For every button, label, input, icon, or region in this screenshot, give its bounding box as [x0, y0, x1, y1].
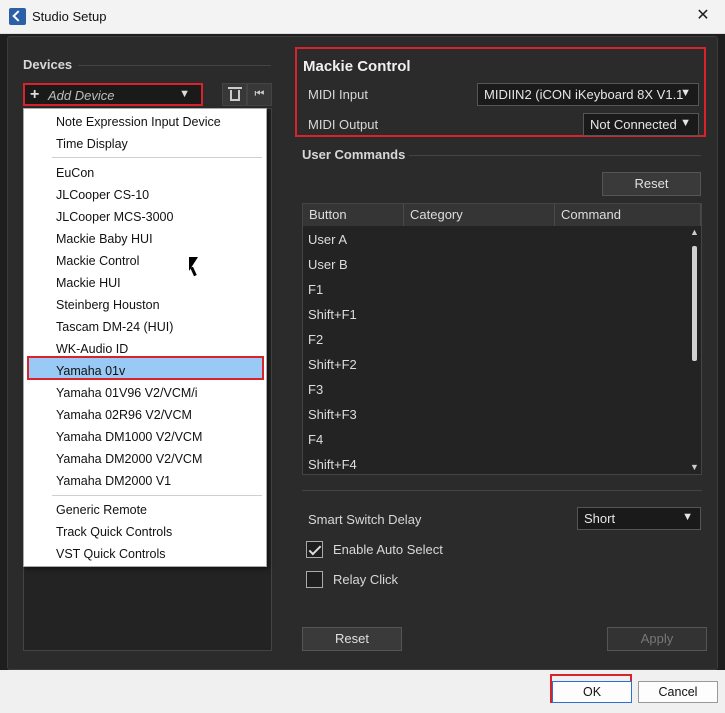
enable-auto-select-label: Enable Auto Select: [333, 542, 443, 557]
menu-item[interactable]: Mackie HUI: [56, 272, 121, 294]
menu-item[interactable]: JLCooper CS-10: [56, 184, 149, 206]
smart-switch-delay-value: Short: [584, 511, 616, 526]
reset-button[interactable]: Reset: [302, 627, 402, 651]
menu-item[interactable]: Yamaha DM1000 V2/VCM: [56, 426, 202, 448]
remove-device-button[interactable]: [222, 83, 247, 106]
table-row[interactable]: Shift+F1: [308, 302, 357, 327]
table-row[interactable]: Shift+F4: [308, 452, 357, 477]
user-commands-table: Button Category Command User A User B F1…: [302, 203, 702, 475]
apply-button[interactable]: Apply: [607, 627, 707, 651]
scroll-down-icon[interactable]: ▼: [690, 462, 699, 472]
menu-item[interactable]: Note Expression Input Device: [56, 111, 221, 133]
column-header-button[interactable]: Button: [303, 204, 404, 226]
trash-icon-body: [230, 90, 240, 101]
reset-device-button[interactable]: ⏮: [247, 83, 272, 106]
midi-input-label: MIDI Input: [308, 87, 368, 102]
chevron-down-icon: ▼: [680, 117, 691, 129]
add-device-label: Add Device: [48, 88, 115, 103]
menu-item[interactable]: Mackie Baby HUI: [56, 228, 153, 250]
midi-output-select[interactable]: Not Connected ▼: [583, 113, 699, 136]
section-divider: [302, 490, 702, 491]
menu-item[interactable]: Yamaha DM2000 V2/VCM: [56, 448, 202, 470]
devices-divider: [78, 65, 271, 66]
title-bar: Studio Setup ✕: [0, 0, 725, 34]
table-scrollbar[interactable]: ▲ ▼: [688, 226, 701, 474]
menu-item[interactable]: Yamaha 02R96 V2/VCM: [56, 404, 192, 426]
table-row[interactable]: F3: [308, 377, 323, 402]
table-row[interactable]: F1: [308, 277, 323, 302]
midi-output-value: Not Connected: [590, 117, 677, 132]
chevron-down-icon: ▼: [682, 511, 693, 523]
menu-item[interactable]: JLCooper MCS-3000: [56, 206, 173, 228]
column-header-category[interactable]: Category: [404, 204, 555, 226]
midi-input-select[interactable]: MIDIIN2 (iCON iKeyboard 8X V1.1 ▼: [477, 83, 699, 106]
table-row[interactable]: User A: [308, 227, 347, 252]
table-row[interactable]: F2: [308, 327, 323, 352]
menu-separator: [52, 157, 262, 158]
trash-icon: [228, 87, 242, 89]
scrollbar-thumb[interactable]: [692, 246, 697, 361]
chevron-down-icon: ▼: [680, 87, 691, 99]
cubase-app-icon: [9, 8, 26, 25]
smart-switch-delay-label: Smart Switch Delay: [308, 512, 422, 527]
menu-item[interactable]: Yamaha 01v: [56, 360, 125, 382]
user-commands-divider: [409, 155, 701, 156]
devices-heading: Devices: [23, 57, 73, 72]
chevron-down-icon: ▼: [179, 88, 190, 100]
device-title: Mackie Control: [303, 58, 411, 75]
menu-item[interactable]: Track Quick Controls: [56, 521, 172, 543]
menu-item[interactable]: WK-Audio ID: [56, 338, 128, 360]
window-title: Studio Setup: [32, 9, 107, 24]
menu-separator: [52, 495, 262, 496]
ok-button[interactable]: OK: [552, 681, 632, 703]
midi-output-label: MIDI Output: [308, 117, 379, 132]
table-row[interactable]: Shift+F3: [308, 402, 357, 427]
plus-icon: +: [30, 86, 40, 103]
column-header-command[interactable]: Command: [555, 204, 701, 226]
menu-item[interactable]: Yamaha 01V96 V2/VCM/i: [56, 382, 198, 404]
relay-click-checkbox[interactable]: [306, 571, 323, 588]
add-device-dropdown[interactable]: + Add Device ▼: [23, 83, 203, 106]
table-row[interactable]: Shift+F2: [308, 352, 357, 377]
skip-back-icon: ⏮: [254, 88, 265, 100]
relay-click-label: Relay Click: [333, 572, 399, 587]
menu-item[interactable]: Tascam DM-24 (HUI): [56, 316, 173, 338]
midi-input-value: MIDIIN2 (iCON iKeyboard 8X V1.1: [484, 87, 684, 102]
user-commands-heading: User Commands: [302, 147, 406, 162]
menu-item[interactable]: Generic Remote: [56, 499, 147, 521]
close-icon[interactable]: ✕: [693, 6, 713, 26]
menu-item[interactable]: Steinberg Houston: [56, 294, 160, 316]
enable-auto-select-checkbox[interactable]: [306, 541, 323, 558]
add-device-menu: Note Expression Input Device Time Displa…: [23, 108, 267, 567]
menu-item[interactable]: Yamaha DM2000 V1: [56, 470, 171, 492]
table-row[interactable]: User B: [308, 252, 348, 277]
smart-switch-delay-select[interactable]: Short ▼: [577, 507, 701, 530]
scroll-up-icon[interactable]: ▲: [690, 227, 699, 237]
table-row[interactable]: F4: [308, 427, 323, 452]
menu-item[interactable]: Time Display: [56, 133, 128, 155]
user-commands-reset-button[interactable]: Reset: [602, 172, 701, 196]
menu-item-mackie-control[interactable]: Mackie Control: [56, 250, 139, 272]
cancel-button[interactable]: Cancel: [638, 681, 718, 703]
menu-item[interactable]: EuCon: [56, 162, 94, 184]
menu-item[interactable]: VST Quick Controls: [56, 543, 166, 565]
